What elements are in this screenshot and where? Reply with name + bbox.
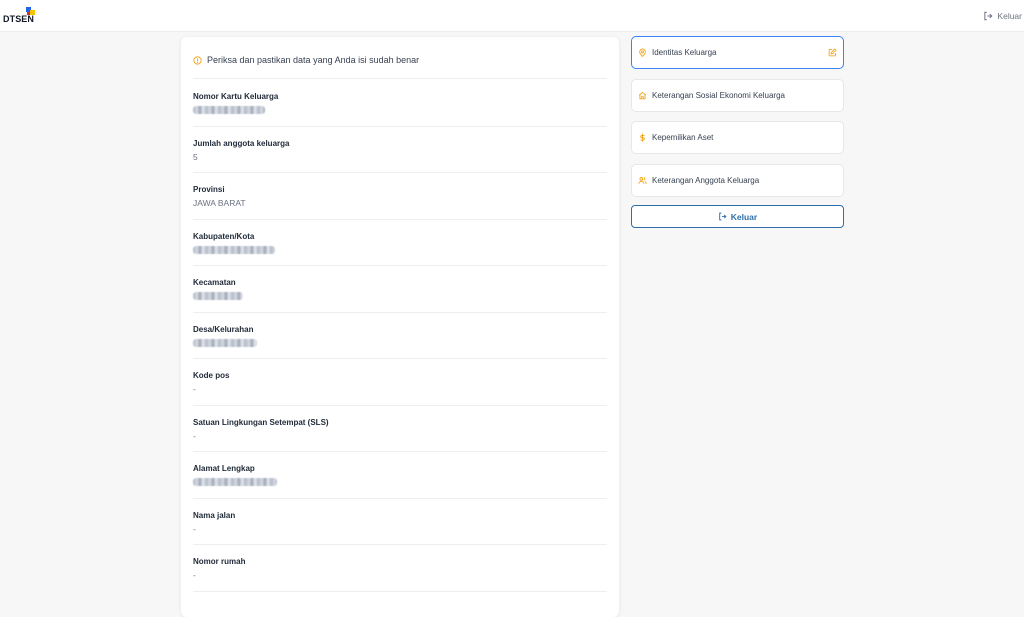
logo-square-red xyxy=(27,12,30,15)
field-value: - xyxy=(193,384,196,394)
field-value: - xyxy=(193,570,196,580)
field-label: Satuan Lingkungan Setempat (SLS) xyxy=(193,418,329,427)
redacted-value xyxy=(193,292,243,300)
header-logout-label: Keluar xyxy=(997,11,1022,21)
edit-icon[interactable] xyxy=(828,48,837,57)
nav-item-identitas-keluarga[interactable]: Identitas Keluarga xyxy=(631,36,844,69)
redacted-value xyxy=(193,339,257,347)
field-label: Desa/Kelurahan xyxy=(193,325,253,334)
logo-text: DTSEN xyxy=(3,14,34,24)
field-label: Alamat Lengkap xyxy=(193,464,255,473)
nav-item-label: Keterangan Sosial Ekonomi Keluarga xyxy=(652,91,785,100)
field-label: Jumlah anggota keluarga xyxy=(193,139,289,148)
field-kode-pos: Kode pos - xyxy=(193,359,607,406)
field-kabupaten-kota: Kabupaten/Kota xyxy=(193,220,607,267)
logout-icon xyxy=(718,212,727,221)
dtsen-logo[interactable]: DTSEN xyxy=(3,6,37,26)
form-card: Periksa dan pastikan data yang Anda isi … xyxy=(181,37,619,617)
redacted-value xyxy=(193,106,265,114)
nav-item-sosial-ekonomi[interactable]: Keterangan Sosial Ekonomi Keluarga xyxy=(631,79,844,112)
field-value: - xyxy=(193,431,196,441)
sidebar-logout-button[interactable]: Keluar xyxy=(631,205,844,228)
nav-item-label: Identitas Keluarga xyxy=(652,48,717,57)
field-label: Nomor Kartu Keluarga xyxy=(193,92,278,101)
field-value: JAWA BARAT xyxy=(193,198,246,208)
field-label: Kecamatan xyxy=(193,278,236,287)
field-jumlah-anggota: Jumlah anggota keluarga 5 xyxy=(193,127,607,174)
field-label: Nomor rumah xyxy=(193,557,245,566)
verification-notice: Periksa dan pastikan data yang Anda isi … xyxy=(193,55,607,79)
map-pin-icon xyxy=(638,48,647,57)
field-sls: Satuan Lingkungan Setempat (SLS) - xyxy=(193,406,607,453)
field-label: Provinsi xyxy=(193,185,225,194)
top-bar: DTSEN Keluar xyxy=(0,0,1024,32)
logout-icon xyxy=(983,11,993,21)
home-icon xyxy=(638,91,647,100)
logo-square-yellow xyxy=(30,10,35,15)
nav-item-label: Kepemilikan Aset xyxy=(652,133,713,142)
nav-item-anggota-keluarga[interactable]: Keterangan Anggota Keluarga xyxy=(631,164,844,197)
header-logout-button[interactable]: Keluar xyxy=(983,9,1022,23)
field-nama-jalan: Nama jalan - xyxy=(193,499,607,546)
info-circle-icon xyxy=(193,56,202,65)
field-value: 5 xyxy=(193,152,198,162)
nav-item-kepemilikan-aset[interactable]: Kepemilikan Aset xyxy=(631,121,844,154)
nav-item-label: Keterangan Anggota Keluarga xyxy=(652,176,759,185)
field-nomor-rumah: Nomor rumah - xyxy=(193,545,607,592)
redacted-value xyxy=(193,246,275,254)
field-nomor-kartu-keluarga: Nomor Kartu Keluarga xyxy=(193,80,607,127)
notice-text: Periksa dan pastikan data yang Anda isi … xyxy=(207,55,419,65)
users-icon xyxy=(638,176,647,185)
field-kecamatan: Kecamatan xyxy=(193,266,607,313)
section-nav: Identitas Keluarga Keterangan Sosial Eko… xyxy=(631,0,844,605)
redacted-value xyxy=(193,478,277,486)
field-label: Nama jalan xyxy=(193,511,235,520)
field-label: Kode pos xyxy=(193,371,229,380)
field-desa-kelurahan: Desa/Kelurahan xyxy=(193,313,607,360)
field-provinsi: Provinsi JAWA BARAT xyxy=(193,173,607,220)
dollar-icon xyxy=(638,133,647,142)
field-alamat-lengkap: Alamat Lengkap xyxy=(193,452,607,499)
field-label: Kabupaten/Kota xyxy=(193,232,254,241)
sidebar-logout-label: Keluar xyxy=(731,212,757,222)
field-value: - xyxy=(193,524,196,534)
